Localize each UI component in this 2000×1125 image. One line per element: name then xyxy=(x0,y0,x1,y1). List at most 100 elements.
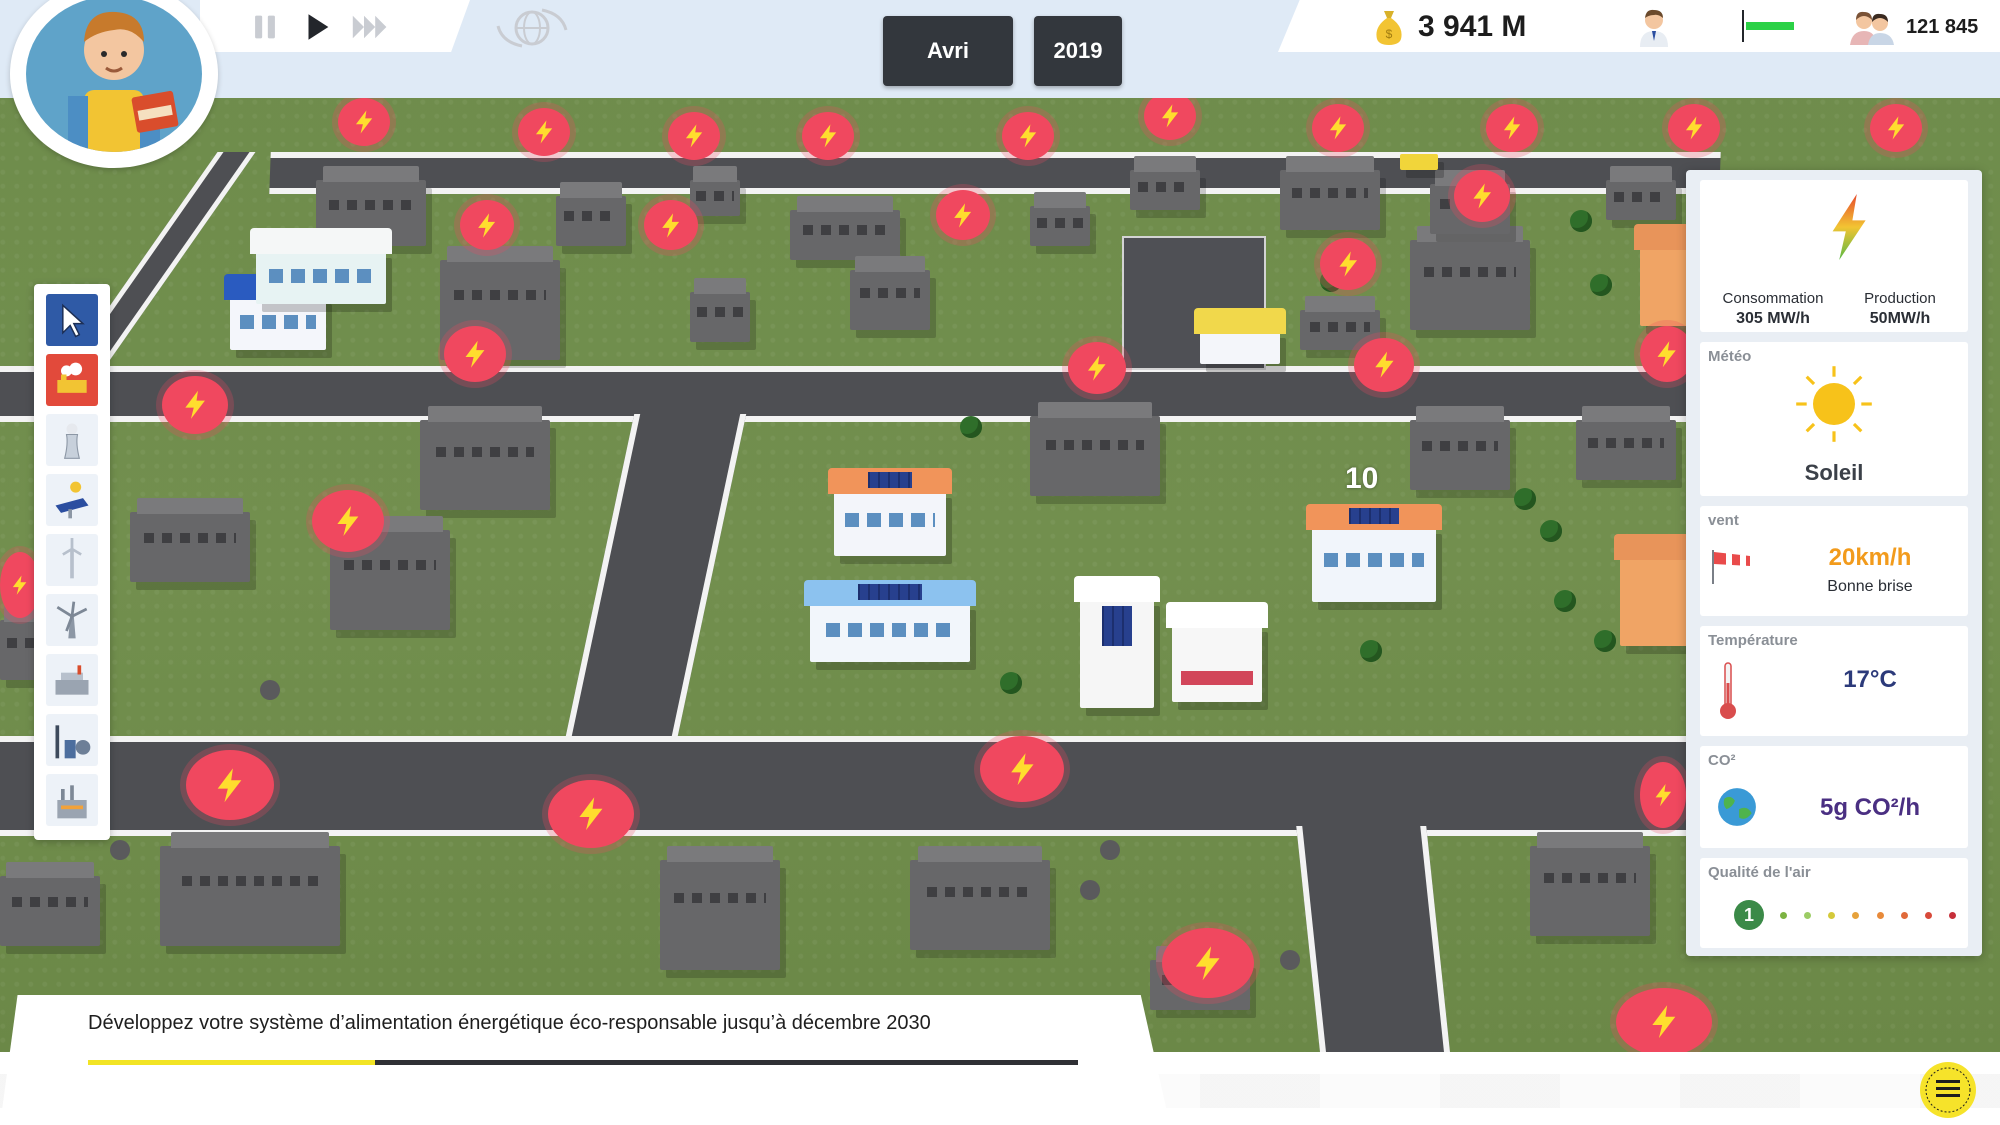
solar-house[interactable] xyxy=(1074,576,1160,708)
energy-marker[interactable] xyxy=(1162,928,1254,998)
energy-marker[interactable] xyxy=(668,112,720,160)
shop-building[interactable] xyxy=(250,228,392,304)
building[interactable] xyxy=(1030,192,1090,246)
energy-marker[interactable] xyxy=(644,200,698,250)
energy-marker[interactable] xyxy=(162,376,228,434)
consumption-value: 305 MW/h xyxy=(1736,310,1810,327)
play-button[interactable] xyxy=(300,10,334,44)
fast-forward-button[interactable] xyxy=(350,10,392,44)
play-icon xyxy=(308,14,329,40)
wind-turbine-tool[interactable] xyxy=(46,534,98,586)
energy-marker[interactable] xyxy=(936,190,990,240)
lightning-icon xyxy=(1655,783,1671,807)
solar-house[interactable] xyxy=(804,580,976,662)
tree xyxy=(1590,274,1612,296)
production-label: Production xyxy=(1864,290,1936,307)
temperature-value: 17°C xyxy=(1843,666,1897,693)
house[interactable] xyxy=(1166,602,1268,702)
solar-house[interactable] xyxy=(828,468,952,556)
energy-marker[interactable] xyxy=(186,750,274,820)
energy-marker[interactable] xyxy=(1486,104,1538,152)
energy-marker[interactable] xyxy=(980,736,1064,802)
energy-marker[interactable] xyxy=(1354,338,1414,392)
lightning-icon xyxy=(337,506,359,536)
building[interactable] xyxy=(1130,156,1200,210)
temperature-title: Température xyxy=(1708,632,1798,649)
population-value: 121 845 xyxy=(1906,15,1979,38)
building[interactable] xyxy=(910,846,1050,950)
playback-panel xyxy=(200,0,470,52)
building[interactable] xyxy=(0,862,100,946)
energy-marker[interactable] xyxy=(548,780,634,848)
energy-marker[interactable] xyxy=(1616,988,1712,1056)
factory-tool[interactable] xyxy=(46,774,98,826)
building[interactable] xyxy=(1410,406,1510,490)
svg-text:$: $ xyxy=(1386,27,1393,41)
building[interactable] xyxy=(660,846,780,970)
thermometer-icon xyxy=(1720,662,1736,719)
earth-icon xyxy=(1718,788,1756,826)
air-quality-dot xyxy=(1900,912,1908,919)
building[interactable] xyxy=(420,406,550,510)
energy-marker[interactable] xyxy=(444,326,506,382)
energy-marker[interactable] xyxy=(1668,104,1720,152)
lightning-icon xyxy=(1019,124,1037,148)
energy-marker[interactable] xyxy=(802,112,854,160)
power-station-tool[interactable] xyxy=(46,654,98,706)
weather-value: Soleil xyxy=(1804,460,1864,485)
post-office[interactable] xyxy=(224,274,332,350)
tree xyxy=(1540,520,1562,542)
energy-marker[interactable] xyxy=(1068,342,1126,394)
building[interactable] xyxy=(690,278,750,342)
building[interactable] xyxy=(690,166,740,216)
building[interactable] xyxy=(1280,156,1380,230)
building[interactable] xyxy=(790,196,900,260)
building[interactable] xyxy=(556,182,626,246)
air-quality-card: Qualité de l'air 1 xyxy=(1700,858,1968,948)
month-display: Avri xyxy=(883,16,1013,86)
lightning-icon xyxy=(1088,355,1106,381)
lightning-icon xyxy=(535,120,553,144)
building[interactable] xyxy=(1576,406,1676,480)
weather-title: Météo xyxy=(1708,348,1752,365)
building[interactable] xyxy=(1410,226,1530,330)
pause-button[interactable] xyxy=(248,10,282,44)
tree xyxy=(1554,590,1576,612)
windmill-icon xyxy=(56,601,88,639)
energy-marker[interactable] xyxy=(1002,112,1054,160)
energy-marker[interactable] xyxy=(312,490,384,552)
refinery-tool[interactable] xyxy=(46,714,98,766)
energy-marker[interactable] xyxy=(338,98,390,146)
building[interactable] xyxy=(1030,402,1160,496)
wind-card: vent 20km/h Bonne brise xyxy=(1700,506,1968,616)
building[interactable] xyxy=(1530,832,1650,936)
building[interactable] xyxy=(130,498,250,582)
energy-marker[interactable] xyxy=(1320,238,1376,290)
nuclear-plant-tool[interactable] xyxy=(46,414,98,466)
tree xyxy=(1570,210,1592,232)
energy-marker[interactable] xyxy=(1454,170,1510,222)
energy-marker[interactable] xyxy=(1144,92,1196,140)
select-tool[interactable] xyxy=(46,294,98,346)
solar-panel-tool[interactable] xyxy=(46,474,98,526)
house[interactable] xyxy=(1614,534,1696,646)
lightning-icon xyxy=(954,202,972,228)
building[interactable] xyxy=(160,832,340,946)
wind-turbine-icon xyxy=(62,538,82,579)
energy-marker[interactable] xyxy=(1870,104,1922,152)
energy-marker[interactable] xyxy=(518,108,570,156)
energy-marker[interactable] xyxy=(1312,104,1364,152)
solar-house[interactable] xyxy=(1306,504,1442,602)
fast-forward-icon xyxy=(352,15,387,39)
building[interactable] xyxy=(850,256,930,330)
rotate-view-button[interactable] xyxy=(492,6,572,50)
total-solar-expert-logo xyxy=(1920,1062,1976,1118)
mayor-icon[interactable] xyxy=(1636,7,1672,47)
pollution-tool[interactable] xyxy=(46,354,98,406)
building[interactable] xyxy=(1606,166,1676,220)
shop-building[interactable] xyxy=(1194,308,1286,364)
windmill-tool[interactable] xyxy=(46,594,98,646)
energy-marker[interactable] xyxy=(460,200,514,250)
lightning-icon xyxy=(355,110,373,134)
energy-marker[interactable] xyxy=(1640,762,1686,828)
